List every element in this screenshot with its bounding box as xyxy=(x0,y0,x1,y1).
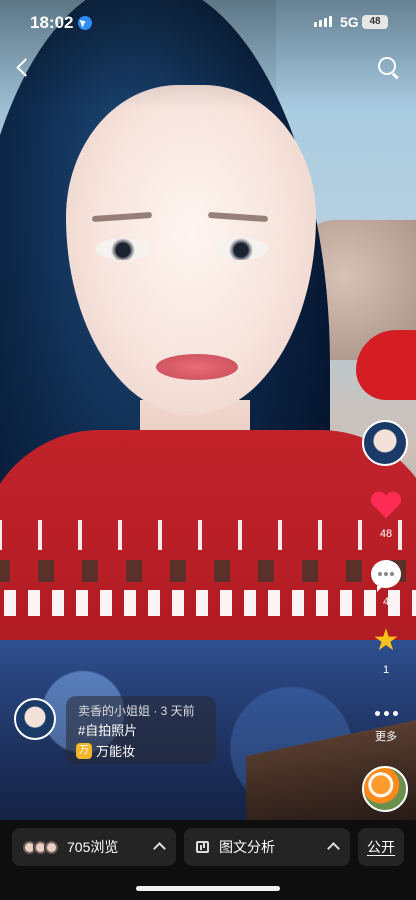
search-icon[interactable] xyxy=(376,55,400,79)
author-avatar-rail[interactable] xyxy=(362,420,408,466)
more-label: 更多 xyxy=(375,731,397,743)
favorite-button[interactable]: ★ 1 xyxy=(356,624,416,677)
author-name-time[interactable]: 卖香的小姐姐 · 3 天前 xyxy=(78,702,195,719)
author-avatar[interactable] xyxy=(14,698,56,740)
star-icon: ★ xyxy=(372,624,400,657)
location-arrow-icon xyxy=(78,16,92,30)
more-dots-icon xyxy=(370,704,402,722)
comment-count: 4 xyxy=(382,596,390,608)
hashtag[interactable]: #自拍照片 xyxy=(78,720,137,739)
network-type: 5G xyxy=(340,14,359,30)
more-button[interactable]: 更多 xyxy=(356,704,416,744)
favorite-count: 1 xyxy=(382,664,390,676)
analysis-label: 图文分析 xyxy=(219,839,275,855)
chevron-up-icon xyxy=(327,842,340,855)
app-link[interactable]: 万 万能妆 xyxy=(76,741,135,760)
analysis-button[interactable]: 图文分析 xyxy=(184,828,350,866)
back-chevron-icon[interactable] xyxy=(12,56,36,80)
viewer-avatars xyxy=(22,839,59,855)
comment-button[interactable]: 4 xyxy=(356,560,416,608)
music-disc-thumbnail[interactable] xyxy=(362,766,408,812)
right-eye xyxy=(214,238,268,260)
status-bar: 18:02 5G 48 xyxy=(0,0,416,44)
app-badge-icon: 万 xyxy=(76,742,92,759)
comment-bubble-icon xyxy=(371,560,401,592)
views-label: 705浏览 xyxy=(67,839,119,855)
chart-icon xyxy=(196,841,209,853)
chevron-up-icon xyxy=(153,842,166,855)
like-button[interactable]: 48 xyxy=(356,490,416,540)
like-count: 48 xyxy=(379,528,393,540)
status-time: 18:02 xyxy=(30,13,74,32)
public-label: 公开 xyxy=(367,839,395,855)
cellular-signal-icon xyxy=(314,16,332,27)
home-indicator[interactable] xyxy=(136,886,280,891)
app-label: 万能妆 xyxy=(96,744,136,759)
views-button[interactable]: 705浏览 xyxy=(12,828,176,866)
public-button[interactable]: 公开 xyxy=(358,828,404,866)
heart-icon xyxy=(370,490,402,520)
lips xyxy=(156,354,238,380)
left-eye xyxy=(96,238,150,260)
battery-icon: 48 xyxy=(362,15,388,29)
